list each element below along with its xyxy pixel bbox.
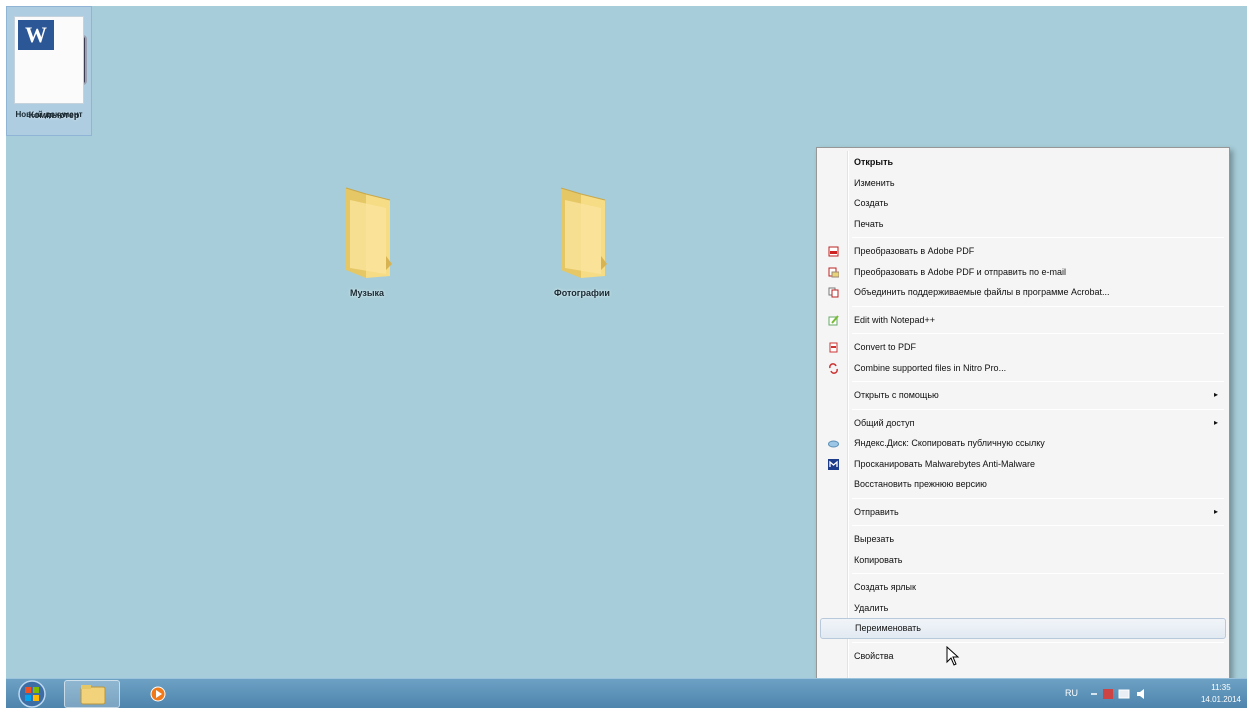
menu-item-label: Восстановить прежнюю версию [854,479,987,489]
desktop-icon-photos-folder[interactable]: Фотографии [534,184,630,298]
menu-item-open-with[interactable]: Открыть с помощью ▸ [820,385,1226,406]
desktop-icon-label: Фотографии [554,288,610,298]
menu-item-label: Создать ярлык [854,582,916,592]
menu-item-share-with[interactable]: Общий доступ ▸ [820,413,1226,434]
menu-item-properties[interactable]: Свойства [820,646,1226,667]
menu-item-send-to[interactable]: Отправить ▸ [820,502,1226,523]
menu-separator [852,305,1224,307]
folder-icon [80,685,106,705]
clock[interactable]: 11:35 14.01.2014 [1201,682,1241,706]
system-tray: RU 11:35 14.01.2014 [1061,679,1247,708]
menu-item-label: Вырезать [854,534,895,544]
menu-separator [852,381,1224,382]
menu-item-label: Переименовать [855,623,921,633]
menu-item-yandex-disk-copy-link[interactable]: Яндекс.Диск: Скопировать публичную ссылк… [820,433,1226,454]
menu-item-label: Convert to PDF [854,342,917,352]
menu-item-rename[interactable]: Переименовать [820,618,1226,639]
menu-separator [852,408,1224,410]
media-player-icon [150,686,166,702]
start-button[interactable] [10,679,54,708]
menu-item-label: Открыть с помощью [854,390,939,400]
menu-item-label: Объединить поддерживаемые файлы в програ… [854,287,1110,297]
desktop-icon-music-folder[interactable]: Музыка [324,184,410,298]
adobe-pdf-icon [828,246,839,257]
nitro-pdf-icon [829,342,838,353]
menu-item-cut[interactable]: Вырезать [820,529,1226,550]
clock-time: 11:35 [1211,683,1231,692]
menu-item-edit[interactable]: Изменить [820,173,1226,194]
antivirus-icon [1103,689,1113,699]
menu-item-combine-nitro[interactable]: Combine supported files in Nitro Pro... [820,358,1226,379]
windows-logo-icon [18,680,46,708]
notepad-plus-plus-icon [828,314,839,325]
menu-item-open[interactable]: Открыть [820,152,1226,173]
menu-item-label: Преобразовать в Adobe PDF [854,246,975,256]
acrobat-combine-icon [828,287,839,298]
menu-item-delete[interactable]: Удалить [820,598,1226,619]
menu-separator [852,333,1224,334]
menu-item-label: Создать [854,198,889,208]
taskbar: RU 11:35 14.01.2014 [6,678,1247,708]
yandex-disk-icon [828,440,839,448]
menu-item-create-shortcut[interactable]: Создать ярлык [820,577,1226,598]
menu-item-label: Свойства [854,650,894,661]
volume-icon [1137,689,1144,699]
desktop-icon-label: Музыка [349,288,385,298]
menu-separator [852,237,1224,238]
malwarebytes-icon [828,458,839,470]
nitro-combine-icon [829,362,838,374]
menu-item-convert-adobe-pdf[interactable]: Преобразовать в Adobe PDF [820,241,1226,262]
menu-item-label: Combine supported files in Nitro Pro... [854,362,1007,373]
menu-item-label: Отправить [854,506,899,517]
taskbar-media-player-button[interactable] [138,680,178,708]
menu-separator [852,497,1224,499]
desktop-icon-label: Новый документ [15,110,83,119]
mouse-cursor-icon [946,646,960,666]
context-menu: Открыть Изменить Создать Печать Преобраз… [816,147,1230,682]
menu-separator [852,573,1224,574]
taskbar-explorer-button[interactable] [64,680,120,708]
language-indicator[interactable]: RU [1065,688,1078,698]
menu-separator [852,525,1224,526]
menu-item-label: Общий доступ [854,417,915,428]
menu-item-print[interactable]: Печать [820,214,1226,235]
menu-item-copy[interactable]: Копировать [820,550,1226,571]
clock-date: 14.01.2014 [1200,695,1241,704]
menu-item-acrobat-combine[interactable]: Объединить поддерживаемые файлы в програ… [820,282,1226,303]
tray-icons [1091,689,1144,699]
folder-icon [336,184,398,284]
adobe-pdf-mail-icon [828,267,839,277]
menu-item-label: Преобразовать в Adobe PDF и отправить по… [854,266,1067,277]
menu-separator [852,641,1224,643]
menu-item-restore-previous-version[interactable]: Восстановить прежнюю версию [820,474,1226,495]
menu-item-convert-to-pdf[interactable]: Convert to PDF [820,337,1226,358]
submenu-arrow-icon: ▸ [1213,506,1218,516]
menu-item-new[interactable]: Создать [820,193,1226,214]
submenu-arrow-icon: ▸ [1213,417,1218,427]
menu-item-label: Яндекс.Диск: Скопировать публичную ссылк… [854,438,1045,448]
menu-item-convert-adobe-pdf-email[interactable]: Преобразовать в Adobe PDF и отправить по… [820,262,1226,283]
menu-item-label: Копировать [854,554,903,565]
menu-item-label: Изменить [854,177,895,188]
menu-item-label: Edit with Notepad++ [854,314,936,325]
word-icon: W [18,20,54,50]
menu-item-label: Открыть [854,157,894,167]
folder-icon [551,184,613,284]
screen: Компьютер Музыка Фотографии W Новый доку… [6,6,1247,708]
desktop-icon-word-document[interactable]: W Новый документ [6,6,92,136]
menu-item-malwarebytes-scan[interactable]: Просканировать Malwarebytes Anti-Malware [820,454,1226,475]
submenu-arrow-icon: ▸ [1213,390,1218,399]
menu-item-label: Печать [854,218,884,229]
network-icon [1118,689,1130,699]
menu-item-edit-notepad-plus-plus[interactable]: Edit with Notepad++ [820,310,1226,331]
menu-item-label: Просканировать Malwarebytes Anti-Malware [854,458,1035,469]
menu-item-label: Удалить [854,602,889,613]
